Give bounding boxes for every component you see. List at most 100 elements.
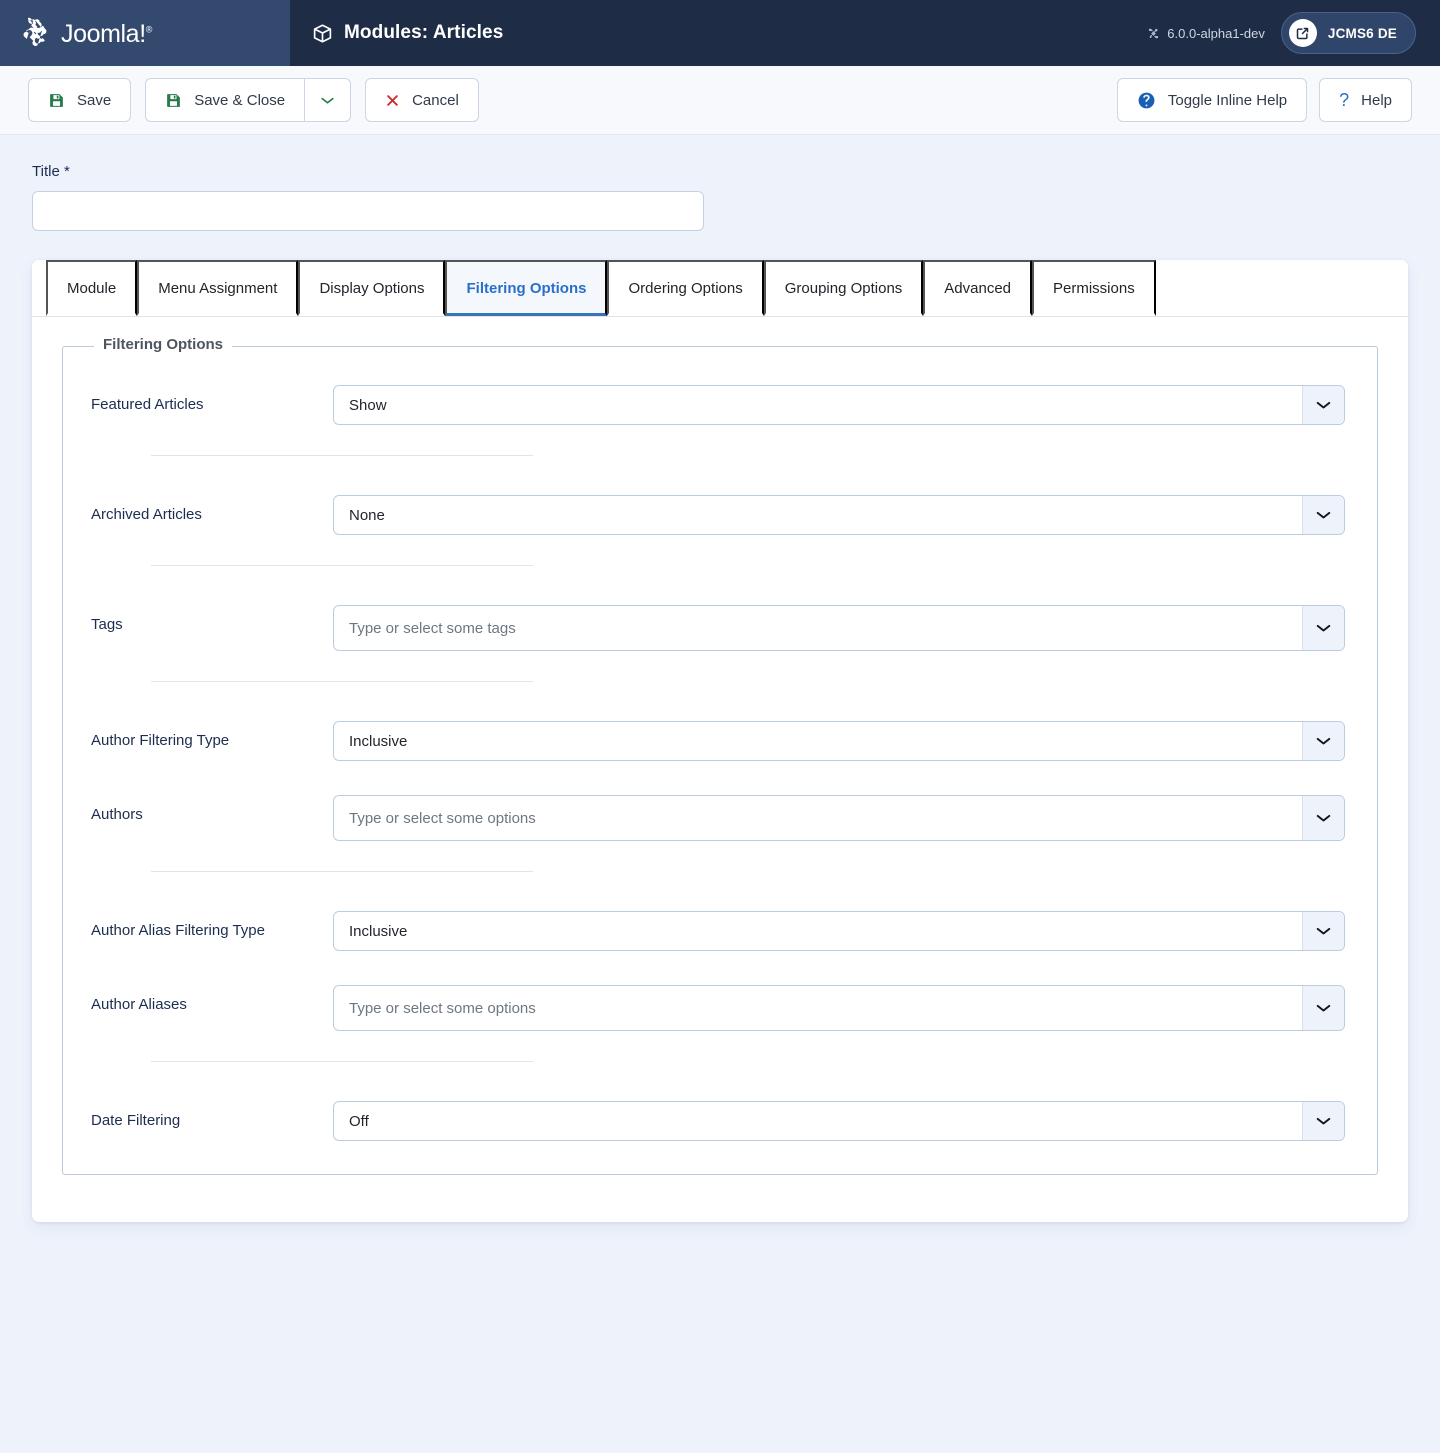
featured-articles-label: Featured Articles xyxy=(91,396,204,413)
field-date-filtering: Date Filtering Off xyxy=(63,1101,1377,1141)
author-aliases-multiselect[interactable]: Type or select some options xyxy=(333,985,1345,1031)
field-archived-articles: Archived Articles None xyxy=(63,495,1377,535)
field-authors: Authors Type or select some options xyxy=(63,795,1377,841)
tab-bar: Module Menu Assignment Display Options F… xyxy=(32,260,1408,317)
help-label: Help xyxy=(1361,91,1392,109)
date-filtering-control: Off xyxy=(333,1101,1345,1141)
tags-label: Tags xyxy=(91,616,123,633)
brand-logo: Joomla!® xyxy=(18,16,152,50)
joomla-mark-icon xyxy=(1149,28,1159,38)
module-edit-card: Module Menu Assignment Display Options F… xyxy=(32,260,1408,1222)
version-badge: 6.0.0-alpha1-dev xyxy=(1147,26,1265,41)
tab-advanced[interactable]: Advanced xyxy=(923,260,1033,316)
tab-filtering-options[interactable]: Filtering Options xyxy=(445,260,608,316)
author-filtering-type-label: Author Filtering Type xyxy=(91,732,230,749)
save-close-button[interactable]: Save & Close xyxy=(145,78,305,122)
authors-multiselect[interactable]: Type or select some options xyxy=(333,795,1345,841)
field-author-alias-filtering-type: Author Alias Filtering Type Inclusive xyxy=(63,911,1377,951)
author-alias-filtering-type-label: Author Alias Filtering Type xyxy=(91,922,265,939)
help-circle-icon xyxy=(1138,92,1155,108)
toggle-inline-help-button[interactable]: Toggle Inline Help xyxy=(1116,78,1308,122)
close-x-icon xyxy=(387,94,398,106)
brand-block[interactable]: Joomla!® xyxy=(0,0,290,66)
chevron-down-icon[interactable] xyxy=(1302,986,1344,1030)
version-label: 6.0.0-alpha1-dev xyxy=(1167,25,1265,41)
date-filtering-select[interactable]: Off xyxy=(333,1101,1345,1141)
chevron-down-icon[interactable] xyxy=(1302,496,1344,534)
chevron-down-icon[interactable] xyxy=(1302,606,1344,650)
cancel-button[interactable]: Cancel xyxy=(365,78,479,122)
toolbar: Save Save & Close Cancel Toggle Inline H… xyxy=(0,66,1440,135)
tags-control: Type or select some tags xyxy=(333,605,1345,651)
chevron-down-icon xyxy=(321,97,334,104)
archived-articles-control: None xyxy=(333,495,1345,535)
header-title-group: Modules: Articles xyxy=(290,0,1147,66)
tab-module[interactable]: Module xyxy=(46,260,138,316)
chevron-down-icon[interactable] xyxy=(1302,796,1344,840)
chevron-down-icon[interactable] xyxy=(1302,722,1344,760)
brand-name: Joomla!® xyxy=(61,19,152,48)
field-featured-articles: Featured Articles Show xyxy=(63,385,1377,425)
toggle-inline-help-label: Toggle Inline Help xyxy=(1167,91,1288,109)
authors-placeholder: Type or select some options xyxy=(349,809,536,827)
floppy-disk-icon xyxy=(167,93,181,107)
content-area: Title * Module Menu Assignment Display O… xyxy=(0,135,1440,1222)
authors-label: Authors xyxy=(91,806,143,823)
title-label: Title * xyxy=(32,163,70,180)
save-label: Save xyxy=(77,91,112,109)
tab-ordering-options[interactable]: Ordering Options xyxy=(607,260,764,316)
external-link-icon xyxy=(1288,19,1317,47)
archived-articles-value: None xyxy=(349,506,385,524)
author-aliases-control: Type or select some options xyxy=(333,985,1345,1031)
archived-articles-select[interactable]: None xyxy=(333,495,1345,535)
help-button[interactable]: ? Help xyxy=(1319,78,1412,122)
title-field-group: Title * xyxy=(32,163,1408,231)
featured-articles-control: Show xyxy=(333,385,1345,425)
tab-display-options[interactable]: Display Options xyxy=(298,260,446,316)
chevron-down-icon[interactable] xyxy=(1302,386,1344,424)
author-alias-filtering-type-select[interactable]: Inclusive xyxy=(333,911,1345,951)
header-actions: 6.0.0-alpha1-dev JCMS6 DE xyxy=(1147,0,1440,66)
author-aliases-label: Author Aliases xyxy=(91,996,187,1013)
tab-menu-assignment[interactable]: Menu Assignment xyxy=(137,260,299,316)
save-close-label: Save & Close xyxy=(194,91,286,109)
author-aliases-placeholder: Type or select some options xyxy=(349,999,536,1017)
joomla-logo-icon xyxy=(23,17,47,47)
tags-multiselect[interactable]: Type or select some tags xyxy=(333,605,1345,651)
floppy-disk-icon xyxy=(50,93,63,107)
question-mark-icon: ? xyxy=(1339,90,1350,110)
field-tags: Tags Type or select some tags xyxy=(63,605,1377,651)
field-author-aliases: Author Aliases Type or select some optio… xyxy=(63,985,1377,1031)
page-title: Modules: Articles xyxy=(344,22,504,43)
save-options-dropdown-button[interactable] xyxy=(304,78,352,122)
visit-site-button[interactable]: JCMS6 DE xyxy=(1280,12,1416,54)
visit-site-label: JCMS6 DE xyxy=(1327,25,1397,41)
chevron-down-icon[interactable] xyxy=(1302,1102,1344,1140)
author-filtering-type-value: Inclusive xyxy=(349,732,408,750)
save-button[interactable]: Save xyxy=(28,78,132,122)
tab-grouping-options[interactable]: Grouping Options xyxy=(763,260,924,316)
date-filtering-label: Date Filtering xyxy=(91,1112,181,1129)
author-alias-filtering-type-value: Inclusive xyxy=(349,922,408,940)
archived-articles-label: Archived Articles xyxy=(91,506,202,523)
field-author-filtering-type: Author Filtering Type Inclusive xyxy=(63,721,1377,761)
tags-placeholder: Type or select some tags xyxy=(349,619,516,637)
field-rows: Featured Articles Show Archived Articles… xyxy=(63,347,1377,1141)
tab-permissions[interactable]: Permissions xyxy=(1032,260,1156,316)
author-filtering-type-select[interactable]: Inclusive xyxy=(333,721,1345,761)
chevron-down-icon[interactable] xyxy=(1302,912,1344,950)
cube-icon xyxy=(313,23,332,43)
featured-articles-select[interactable]: Show xyxy=(333,385,1345,425)
title-input[interactable] xyxy=(32,191,704,231)
